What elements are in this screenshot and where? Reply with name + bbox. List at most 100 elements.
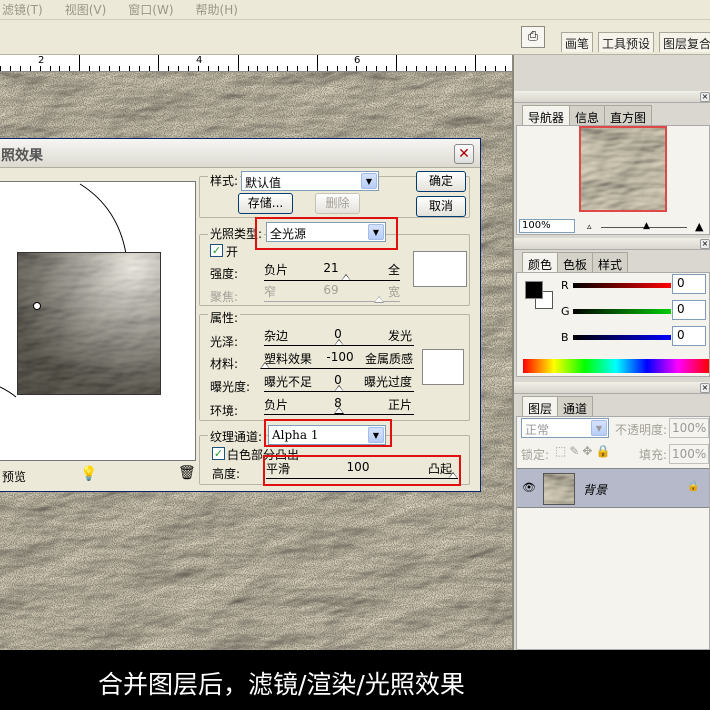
ok-button[interactable]: 确定 (416, 171, 466, 192)
menu-help[interactable]: 帮助(H) (196, 1, 238, 18)
ruler-tick (277, 66, 278, 71)
ruler-tick (30, 66, 31, 71)
layers-titlebar[interactable]: × (514, 382, 710, 394)
menu-view[interactable]: 视图(V) (65, 1, 107, 18)
zoom-out-icon[interactable]: ▵ (587, 222, 592, 232)
ruler-tick (465, 66, 466, 71)
close-icon[interactable]: ✕ (454, 144, 474, 164)
green-slider[interactable] (573, 309, 671, 314)
tab-layers[interactable]: 图层 (522, 396, 559, 416)
blend-mode-value: 正常 (525, 423, 550, 437)
ambience-min-label: 负片 (264, 398, 289, 412)
file-browser-icon[interactable]: ⎙ (521, 26, 545, 48)
ruler-tick (158, 55, 159, 71)
ruler-tick (346, 66, 347, 71)
delete-button[interactable]: 删除 (315, 193, 360, 214)
ruler-tick (79, 55, 80, 71)
tab-swatches[interactable]: 色板 (557, 252, 594, 272)
tab-navigator[interactable]: 导航器 (522, 105, 571, 125)
preview-area[interactable] (0, 181, 196, 461)
intensity-slider[interactable] (264, 280, 400, 281)
palette-well-tab-layer-comps[interactable]: 图层复合 (659, 32, 710, 52)
highlight-box (263, 455, 461, 486)
intensity-slider-thumb[interactable] (341, 274, 351, 281)
material-label: 材料: (210, 357, 239, 371)
tab-styles[interactable]: 样式 (592, 252, 629, 272)
ruler-tick (0, 66, 1, 71)
color-ramp[interactable] (523, 359, 709, 373)
texture-channel-label: 纹理通道: (208, 428, 265, 445)
lighting-effects-dialog: 照效果 ✕ 预览 💡 🗑 样式: 默认值 ▼ 存储... 删除 确定 取消 光照类… (0, 138, 481, 492)
light-handle[interactable] (33, 302, 41, 310)
trash-icon[interactable]: 🗑 (178, 465, 196, 481)
ruler-tick (505, 66, 506, 71)
style-select[interactable]: 默认值 ▼ (241, 171, 379, 191)
zoom-slider-thumb[interactable]: ▲ (643, 221, 650, 231)
cancel-button[interactable]: 取消 (416, 196, 466, 217)
material-slider-thumb[interactable] (260, 362, 270, 369)
navigator-titlebar[interactable]: × (514, 91, 710, 103)
light-on-label: 开 (226, 245, 239, 259)
white-is-high-checkbox[interactable]: ✓ (212, 447, 225, 460)
ruler-tick (267, 66, 268, 71)
palette-well-tab-tool-presets[interactable]: 工具预设 (598, 32, 655, 52)
channel-label-r: R (561, 279, 569, 292)
ruler-tick (485, 66, 486, 71)
gloss-min-label: 杂边 (264, 329, 289, 343)
light-bulb-icon[interactable]: 💡 (80, 466, 97, 482)
navigator-thumbnail[interactable] (579, 126, 667, 212)
exposure-slider-thumb[interactable] (334, 385, 344, 392)
tab-channels[interactable]: 通道 (557, 396, 594, 416)
layer-name[interactable]: 背景 (583, 481, 607, 498)
red-value-field[interactable]: 0 (672, 274, 706, 294)
ruler-tick (426, 66, 427, 71)
light-color-swatch[interactable] (413, 251, 467, 287)
menu-filter[interactable]: 滤镜(T) (2, 1, 43, 18)
ruler-label: 2 (38, 55, 45, 66)
foreground-color-swatch[interactable] (525, 281, 543, 299)
style-label: 样式: (208, 172, 241, 189)
tab-color[interactable]: 颜色 (522, 252, 559, 272)
menu-window[interactable]: 窗口(W) (128, 1, 173, 18)
fill-field[interactable]: 100% (669, 444, 709, 464)
ambience-slider-thumb[interactable] (334, 407, 344, 414)
zoom-field[interactable]: 100% (519, 219, 575, 233)
blend-mode-select[interactable]: 正常 ▼ (521, 418, 609, 438)
dialog-title[interactable]: 照效果 (0, 139, 480, 168)
close-icon[interactable]: × (700, 239, 710, 249)
focus-slider-thumb[interactable] (374, 296, 384, 303)
ruler-label: 4 (196, 55, 203, 66)
palette-well-tab-brushes[interactable]: 画笔 (561, 32, 594, 52)
ruler-tick (109, 66, 110, 71)
red-slider[interactable] (573, 283, 671, 288)
gloss-slider-thumb[interactable] (334, 339, 344, 346)
blue-value-field[interactable]: 0 (672, 326, 706, 346)
light-on-checkbox[interactable]: ✓ (210, 244, 223, 257)
lock-icons[interactable]: ⬚✎✥🔒 (555, 444, 613, 458)
tab-info[interactable]: 信息 (569, 105, 606, 125)
close-icon[interactable]: × (700, 383, 710, 393)
ruler-tick (436, 66, 437, 71)
highlight-box (264, 419, 392, 447)
height-label: 高度: (212, 467, 241, 481)
intensity-value: 21 (323, 261, 339, 275)
ambient-color-swatch[interactable] (422, 349, 464, 385)
properties-label: 属性: (208, 309, 241, 326)
ambience-slider[interactable] (264, 414, 414, 415)
close-icon[interactable]: × (700, 92, 710, 102)
ruler-tick (416, 66, 417, 71)
material-value: -100 (326, 350, 354, 364)
blue-slider[interactable] (573, 335, 671, 340)
ruler-tick (198, 66, 199, 71)
tab-histogram[interactable]: 直方图 (604, 105, 653, 125)
green-value-field[interactable]: 0 (672, 300, 706, 320)
eye-icon[interactable]: 👁 (522, 481, 536, 494)
ruler-tick (168, 66, 169, 71)
zoom-in-icon[interactable]: ▲ (695, 220, 703, 233)
ruler-tick (119, 66, 120, 71)
layer-row[interactable]: 👁 背景 🔒 (517, 468, 709, 508)
opacity-field[interactable]: 100% (669, 418, 709, 438)
color-titlebar[interactable]: × (514, 238, 710, 250)
material-slider[interactable] (264, 368, 414, 369)
save-button[interactable]: 存储... (238, 193, 293, 214)
